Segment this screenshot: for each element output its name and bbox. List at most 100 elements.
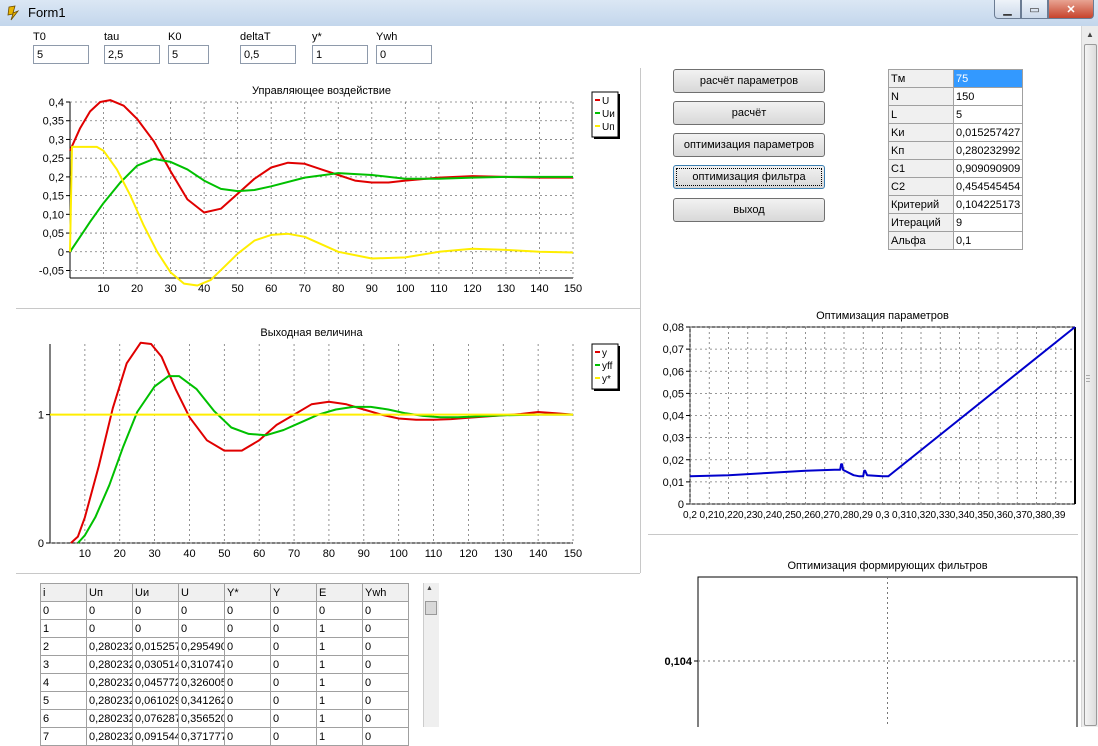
table-cell[interactable]: 0 [178, 601, 225, 620]
calc-params-button[interactable]: расчёт параметров [673, 69, 825, 93]
table-cell[interactable]: 0,326005 [178, 673, 225, 692]
param-row[interactable]: Критерий 0,104225173 [888, 195, 1024, 214]
scroll-thumb[interactable] [425, 601, 437, 615]
table-cell[interactable]: 0,030514 [132, 655, 179, 674]
optimize-filter-button[interactable]: оптимизация фильтра [673, 165, 825, 189]
table-row[interactable]: 3 0,280232 0,030514 0,310747 0 0 1 0 [40, 655, 409, 674]
maximize-button[interactable]: ▭ [1021, 0, 1048, 19]
table-row[interactable]: 6 0,280232 0,076287 0,356520 0 0 1 0 [40, 709, 409, 728]
table-cell[interactable]: 0,371777 [178, 727, 225, 746]
table-cell[interactable]: 1 [316, 691, 363, 710]
scroll-thumb[interactable] [1084, 44, 1097, 726]
table-cell[interactable]: 1 [316, 637, 363, 656]
param-input-2[interactable] [168, 45, 209, 64]
table-cell[interactable]: 0 [132, 619, 179, 638]
exit-button[interactable]: выход [673, 198, 825, 222]
table-cell[interactable]: 0 [132, 601, 179, 620]
table-cell[interactable]: 1 [316, 619, 363, 638]
table-cell[interactable]: 0,341262 [178, 691, 225, 710]
param-value-cell[interactable]: 9 [952, 213, 1024, 232]
param-value-cell[interactable]: 0,280232992 [952, 141, 1024, 160]
param-row[interactable]: Tм 75 [888, 69, 1024, 88]
table-cell[interactable]: 7 [40, 727, 87, 746]
param-value-cell[interactable]: 0,1 [952, 231, 1024, 250]
table-cell[interactable]: 0,091544 [132, 727, 179, 746]
data-grid-scrollbar[interactable]: ▲ [423, 583, 439, 727]
table-row[interactable]: 7 0,280232 0,091544 0,371777 0 0 1 0 [40, 727, 409, 746]
table-cell[interactable]: 0 [362, 673, 409, 692]
table-cell[interactable]: 0,061029 [132, 691, 179, 710]
param-value-cell[interactable]: 0,104225173 [952, 195, 1024, 214]
param-input-1[interactable] [104, 45, 160, 64]
table-cell[interactable]: 0,280232 [86, 637, 133, 656]
table-cell[interactable]: 0 [270, 655, 317, 674]
table-cell[interactable]: 0,045772 [132, 673, 179, 692]
table-cell[interactable]: 1 [316, 709, 363, 728]
table-row[interactable]: 5 0,280232 0,061029 0,341262 0 0 1 0 [40, 691, 409, 710]
table-cell[interactable]: 0 [40, 601, 87, 620]
table-cell[interactable]: 1 [40, 619, 87, 638]
param-value-cell[interactable]: 0,909090909 [952, 159, 1024, 178]
table-row[interactable]: 4 0,280232 0,045772 0,326005 0 0 1 0 [40, 673, 409, 692]
table-cell[interactable]: 3 [40, 655, 87, 674]
params-grid[interactable]: Tм 75 N 150 L 5 Kи 0,015257427 Kп 0,280232992 C1 0,… [888, 69, 1024, 250]
table-cell[interactable]: 0 [362, 637, 409, 656]
param-row[interactable]: Альфа 0,1 [888, 231, 1024, 250]
table-cell[interactable]: 0 [224, 619, 271, 638]
close-button[interactable]: ✕ [1048, 0, 1094, 19]
table-cell[interactable]: 0,280232 [86, 655, 133, 674]
table-cell[interactable]: 0,076287 [132, 709, 179, 728]
table-cell[interactable]: 0,280232 [86, 673, 133, 692]
table-cell[interactable]: 0 [270, 691, 317, 710]
data-grid[interactable]: i Uп Uи U Y* Y E Ywh 0 0 0 0 0 0 0 0 1 0 0 0 0 0 1 0 2 0,280232 0,… [40, 583, 409, 746]
param-value-cell[interactable]: 0,454545454 [952, 177, 1024, 196]
table-cell[interactable]: 0,280232 [86, 709, 133, 728]
table-cell[interactable]: 0,356520 [178, 709, 225, 728]
table-cell[interactable]: 0 [362, 691, 409, 710]
param-input-0[interactable] [33, 45, 89, 64]
table-cell[interactable]: 0 [270, 709, 317, 728]
table-cell[interactable]: 6 [40, 709, 87, 728]
table-cell[interactable]: 0 [224, 673, 271, 692]
table-cell[interactable]: 0 [270, 673, 317, 692]
optimize-params-button[interactable]: оптимизация параметров [673, 133, 825, 157]
table-cell[interactable]: 0 [362, 619, 409, 638]
table-cell[interactable]: 0 [316, 601, 363, 620]
scroll-up-icon[interactable]: ▲ [1082, 26, 1098, 43]
param-value-cell[interactable]: 0,015257427 [952, 123, 1024, 142]
table-cell[interactable]: 0 [86, 601, 133, 620]
table-cell[interactable]: 0 [362, 601, 409, 620]
table-cell[interactable]: 0,280232 [86, 691, 133, 710]
table-cell[interactable]: 1 [316, 727, 363, 746]
table-cell[interactable]: 0,310747 [178, 655, 225, 674]
param-value-cell[interactable]: 5 [952, 105, 1024, 124]
table-cell[interactable]: 0 [86, 619, 133, 638]
param-input-4[interactable] [312, 45, 368, 64]
table-cell[interactable]: 0,015257 [132, 637, 179, 656]
table-cell[interactable]: 0 [224, 727, 271, 746]
table-cell[interactable]: 0 [224, 655, 271, 674]
param-input-5[interactable] [376, 45, 432, 64]
param-row[interactable]: L5 [888, 105, 1024, 124]
table-cell[interactable]: 0 [270, 619, 317, 638]
param-row[interactable]: Kп 0,280232992 [888, 141, 1024, 160]
param-value-cell[interactable]: 75 [952, 69, 1024, 88]
table-cell[interactable]: 0 [270, 637, 317, 656]
table-cell[interactable]: 0 [178, 619, 225, 638]
table-row[interactable]: 00000000 [40, 601, 409, 620]
table-cell[interactable]: 0 [362, 727, 409, 746]
table-cell[interactable]: 0 [224, 637, 271, 656]
table-cell[interactable]: 4 [40, 673, 87, 692]
param-row[interactable]: C1 0,909090909 [888, 159, 1024, 178]
table-cell[interactable]: 0 [224, 601, 271, 620]
table-cell[interactable]: 1 [316, 673, 363, 692]
param-input-3[interactable] [240, 45, 296, 64]
param-value-cell[interactable]: 150 [952, 87, 1024, 106]
table-cell[interactable]: 0,295490 [178, 637, 225, 656]
table-cell[interactable]: 0 [270, 727, 317, 746]
table-cell[interactable]: 5 [40, 691, 87, 710]
table-cell[interactable]: 0 [270, 601, 317, 620]
table-cell[interactable]: 0 [224, 691, 271, 710]
param-row[interactable]: Kи 0,015257427 [888, 123, 1024, 142]
minimize-button[interactable]: ▁ [994, 0, 1021, 19]
